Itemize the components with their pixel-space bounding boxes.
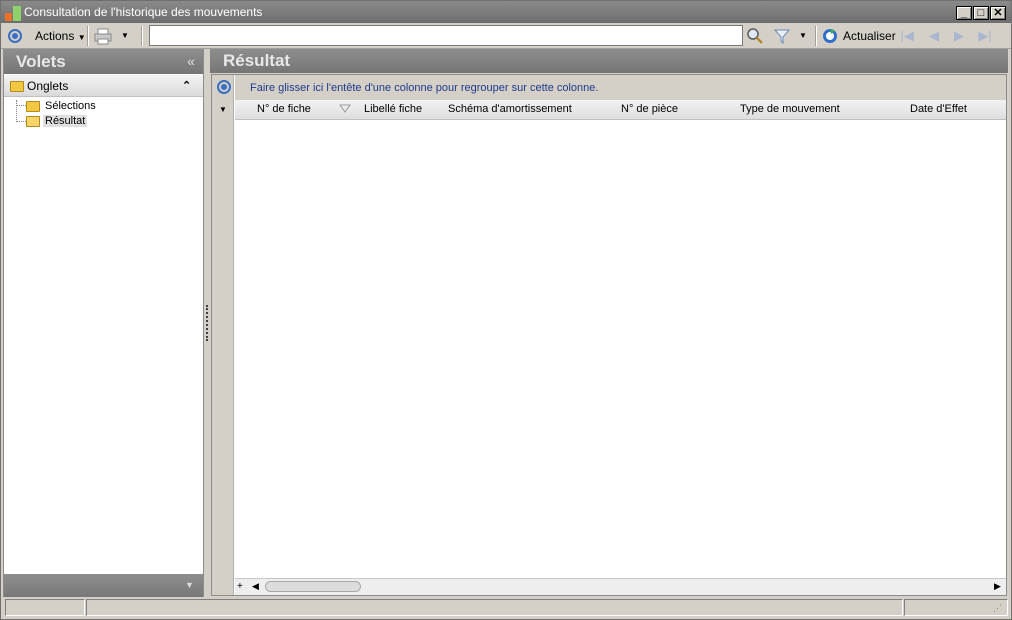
onglets-group-header[interactable]: Onglets ⌃ [4,75,203,97]
horizontal-scrollbar[interactable]: + ◀ ▶ [235,578,1006,595]
scroll-right-icon[interactable]: ▶ [994,581,1001,592]
filter-button[interactable] [773,27,791,45]
column-header-date-effet[interactable]: Date d'Effet [910,103,967,115]
tree-connector [16,100,17,122]
result-header: Résultat [210,49,1008,73]
resize-grip-icon[interactable]: ⋰ [993,603,1002,614]
search-input[interactable] [149,25,743,46]
status-bar: ⋰ [1,597,1011,619]
first-record-icon[interactable]: |◀ [899,28,915,44]
scrollbar-thumb[interactable] [265,581,361,592]
status-cell [86,599,903,616]
open-folder-icon [26,116,40,127]
toolbar: Actions ▼ ▼ ▼ Actualiser |◀ ◀ ▶ ▶| [1,23,1011,49]
tree-item-label: Sélections [45,100,96,112]
result-panel: Résultat ▼ Faire glisser ici l'entête d'… [210,49,1008,598]
column-header-libelle-fiche[interactable]: Libellé fiche [364,103,422,115]
print-icon [94,28,112,45]
column-header-no-piece[interactable]: N° de pièce [621,103,678,115]
column-header-schema-amortissement[interactable]: Schéma d'amortissement [448,103,572,115]
column-header-type-mouvement[interactable]: Type de mouvement [740,103,840,115]
expand-plus-icon[interactable]: + [237,581,243,592]
status-cell [5,599,85,616]
minimize-button[interactable]: _ [956,6,972,20]
splitter-grip-icon [206,305,208,341]
actions-menu-button[interactable]: Actions ▼ [35,29,86,43]
column-header-row: N° de fiche Libellé fiche Schéma d'amort… [235,100,1006,120]
collapse-panel-icon[interactable]: « [183,53,199,69]
volets-footer: ▼ [4,574,203,598]
chevron-up-icon[interactable]: ⌃ [182,79,191,92]
onglets-label: Onglets [27,79,69,93]
maximize-button[interactable]: □ [973,6,989,20]
tree-item-label: Résultat [43,115,88,127]
group-by-hint: Faire glisser ici l'entête d'une colonne… [250,82,599,94]
grid-row-indicator: ▼ [212,75,234,595]
previous-record-icon[interactable]: ◀ [926,28,942,44]
column-header-no-fiche[interactable]: N° de fiche [257,103,311,115]
result-grid[interactable]: ▼ Faire glisser ici l'entête d'une colon… [211,74,1007,596]
scroll-left-icon[interactable]: ◀ [252,581,259,592]
actions-ring-icon[interactable] [6,27,24,45]
column-chooser-arrow-icon[interactable]: ▼ [219,105,227,114]
toolbar-separator [141,26,143,46]
refresh-icon [823,29,837,43]
refresh-label[interactable]: Actualiser [843,29,896,43]
actions-label: Actions [35,29,75,43]
chevron-down-icon[interactable]: ▼ [185,580,194,590]
group-by-panel[interactable]: Faire glisser ici l'entête d'une colonne… [235,75,1006,100]
refresh-button[interactable] [821,27,839,45]
volets-panel: Volets « Onglets ⌃ Sélections Résultat ▼ [3,49,204,598]
next-record-icon[interactable]: ▶ [951,28,967,44]
close-button[interactable]: ✕ [990,6,1006,20]
print-dropdown-arrow-icon[interactable]: ▼ [121,31,129,40]
grid-options-icon[interactable] [215,78,233,96]
folder-icon [26,101,40,112]
last-record-icon[interactable]: ▶| [977,28,993,44]
toolbar-separator [87,26,89,46]
title-bar[interactable]: Consultation de l'historique des mouveme… [1,1,1011,23]
search-button[interactable] [746,27,764,45]
folder-icon [10,81,24,92]
app-icon [5,6,21,21]
tree-connector [16,105,26,106]
filter-dropdown-arrow-icon[interactable]: ▼ [799,31,807,40]
toolbar-separator [815,26,817,46]
sort-indicator-icon[interactable] [339,104,351,114]
window-title: Consultation de l'historique des mouveme… [24,5,263,19]
dropdown-arrow-icon: ▼ [77,33,86,42]
volets-title: Volets [16,52,66,71]
volets-header: Volets « [4,50,203,74]
tree-connector [16,121,26,122]
search-icon [747,28,763,44]
print-button[interactable] [94,27,112,45]
filter-icon [773,29,791,45]
result-title: Résultat [223,51,291,70]
